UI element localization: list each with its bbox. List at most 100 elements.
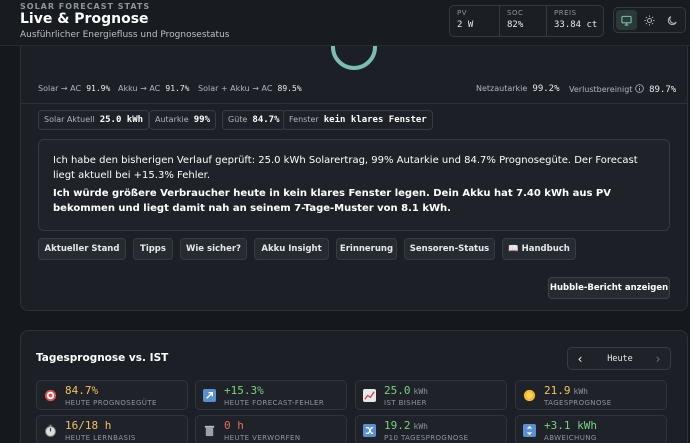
eff-verlust: Verlustbereinigt 89.7%: [569, 84, 676, 95]
tab-erinnerung[interactable]: Erinnerung: [336, 238, 397, 260]
chip-value: kein klares Fenster: [323, 115, 427, 125]
eff-netzautarkie-value: 99.2%: [532, 84, 560, 94]
metric-value: 84.7%: [65, 384, 98, 397]
assistant-message: Ich habe den bisherigen Verlauf geprüft:…: [38, 139, 670, 231]
theme-monitor-button[interactable]: [616, 10, 637, 30]
chip-label: Güte: [228, 115, 248, 124]
metric-value: 19.2 kWh: [384, 419, 428, 432]
metric-value: 0 h: [224, 419, 244, 432]
metric-label: HEUTE VERWORFEN: [224, 434, 301, 442]
metric-unit: kWh: [573, 387, 588, 396]
live-card: Solar → AC 91.9% Akku → AC 91.7% Solar +…: [20, 46, 688, 311]
chip-value: 84.7%: [252, 115, 280, 125]
chart-icon: [361, 387, 378, 404]
stat-pv: PV 2 W: [450, 6, 500, 36]
tab-handbuch[interactable]: 📖 Handbuch: [502, 238, 576, 260]
chip-guete: Güte 84.7%: [222, 110, 286, 130]
trend-arrow-icon: [201, 387, 218, 404]
moon-icon: [667, 15, 677, 25]
day-label: Heute: [607, 353, 633, 364]
metric-label: HEUTE PROGNOSEGÜTE: [65, 399, 157, 407]
metric-number: 25.0: [384, 384, 411, 397]
chip-value: 25.0 kWh: [99, 115, 144, 125]
theme-switch: [613, 7, 686, 33]
metric-value: +3.1 kWh: [544, 419, 597, 432]
metric-tile: 84.7% HEUTE PROGNOSEGÜTE: [36, 380, 188, 410]
metric-value: 25.0 kWh: [384, 384, 428, 397]
eff-verlust-value: 89.7%: [649, 85, 677, 95]
metric-tile: +15.3% HEUTE FORECAST-FEHLER: [195, 380, 347, 410]
eff-akku-ac-value: 91.7%: [165, 84, 190, 93]
chip-solar-aktuell: Solar Aktuell 25.0 kWh: [38, 110, 150, 130]
metric-tile: 21.9 kWh TAGESPROGNOSE: [515, 380, 667, 410]
metric-tile: 16/18 h HEUTE LERNBASIS: [36, 415, 188, 443]
shuffle-icon: [361, 422, 378, 439]
metric-label: IST BISHER: [384, 399, 427, 407]
chip-label: Solar Aktuell: [44, 115, 95, 124]
chip-label: Autarkie: [155, 115, 189, 124]
trash-icon: [201, 422, 218, 439]
hubble-report-button[interactable]: Hubble-Bericht anzeigen: [548, 277, 670, 299]
chip-label: Fenster: [289, 115, 319, 124]
metric-label: P10 TAGESPROGNOSE: [384, 434, 469, 442]
stat-preis-value: 33.84 ct: [554, 20, 598, 30]
sun-icon: [644, 14, 655, 26]
metric-tile: +3.1 kWh ABWEICHUNG: [515, 415, 667, 443]
monitor-icon: [621, 15, 632, 26]
eff-solar-akku-ac: Solar + Akku → AC 89.5%: [198, 84, 302, 93]
message-paragraph-1: Ich habe den bisherigen Verlauf geprüft:…: [53, 155, 638, 181]
divider: [21, 103, 687, 104]
metric-number: 84.7%: [65, 384, 99, 397]
eff-solar-akku-ac-value: 89.5%: [277, 84, 302, 93]
day-navigator: ‹ Heute ›: [567, 347, 671, 370]
info-icon[interactable]: [635, 84, 644, 93]
page-subtitle: Ausführlicher Energiefluss und Prognoses…: [20, 30, 230, 40]
metric-number: 16/18 h: [65, 419, 112, 432]
metric-label: TAGESPROGNOSE: [544, 399, 612, 407]
prev-day-button[interactable]: ‹: [568, 348, 592, 369]
forecast-title: Tagesprognose vs. IST: [36, 352, 169, 364]
theme-dark-button[interactable]: [662, 10, 683, 30]
tab-sensoren-status[interactable]: Sensoren-Status: [404, 238, 495, 260]
app-kicker: SOLAR FORECAST STATS: [20, 2, 151, 11]
message-paragraph-2: Ich würde größere Verbraucher heute in k…: [53, 188, 611, 214]
metric-tile: 0 h HEUTE VERWORFEN: [195, 415, 347, 443]
metric-number: 0 h: [224, 419, 244, 432]
eff-netzautarkie: Netzautarkie 99.2%: [476, 84, 560, 94]
theme-light-button[interactable]: [639, 10, 660, 30]
next-day-button[interactable]: ›: [646, 348, 670, 369]
metric-value: +15.3%: [224, 384, 264, 397]
metric-number: +3.1 kWh: [544, 419, 597, 432]
eff-solar-akku-ac-label: Solar + Akku → AC: [198, 84, 273, 93]
tab-tipps[interactable]: Tipps: [133, 238, 173, 260]
eff-netzautarkie-label: Netzautarkie: [476, 84, 528, 93]
stat-preis: PREIS 33.84 ct: [547, 6, 603, 36]
efficiency-row: Solar → AC 91.9% Akku → AC 91.7% Solar +…: [38, 84, 676, 98]
stat-pv-label: PV: [457, 9, 468, 17]
metric-value: 21.9 kWh: [544, 384, 588, 397]
stat-soc-label: SOC: [507, 9, 524, 17]
eff-solar-ac-label: Solar → AC: [38, 84, 82, 93]
metric-number: 21.9: [544, 384, 571, 397]
live-stats: PV 2 W SOC 82% PREIS 33.84 ct: [449, 5, 604, 37]
metric-tile: 25.0 kWh IST BISHER: [355, 380, 507, 410]
forecast-card: Tagesprognose vs. IST ‹ Heute › 84.7% HEU…: [20, 330, 688, 443]
tab-wie-sicher[interactable]: Wie sicher?: [180, 238, 247, 260]
tab-akku-insight[interactable]: Akku Insight: [254, 238, 329, 260]
stat-soc: SOC 82%: [500, 6, 547, 36]
metric-label: HEUTE FORECAST-FEHLER: [224, 399, 325, 407]
stat-pv-value: 2 W: [457, 20, 474, 30]
eff-akku-ac-label: Akku → AC: [118, 84, 161, 93]
tab-aktueller-stand[interactable]: Aktueller Stand: [38, 238, 126, 260]
metric-number: +15.3%: [224, 384, 264, 397]
metric-label: HEUTE LERNBASIS: [65, 434, 136, 442]
metric-tile: 19.2 kWh P10 TAGESPROGNOSE: [355, 415, 507, 443]
chip-value: 99%: [193, 115, 211, 125]
target-icon: [42, 387, 59, 404]
up-down-icon: [521, 422, 538, 439]
eff-verlust-label: Verlustbereinigt: [569, 85, 633, 94]
metric-unit: kWh: [413, 422, 428, 431]
app-header: SOLAR FORECAST STATS Live & Prognose Aus…: [0, 0, 690, 46]
chip-autarkie: Autarkie 99%: [149, 110, 217, 130]
metric-number: 19.2: [384, 419, 411, 432]
